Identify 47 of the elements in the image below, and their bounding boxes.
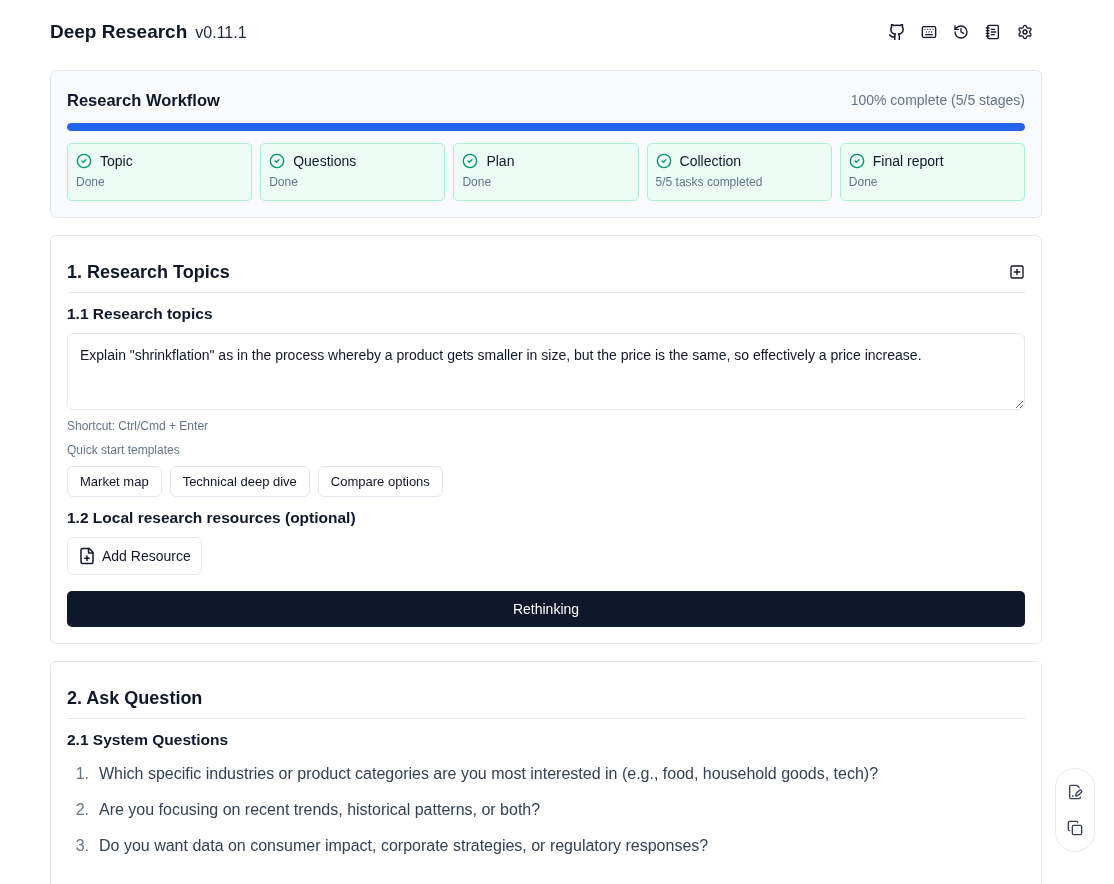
subsection-heading: 2.1 System Questions bbox=[67, 730, 230, 750]
copy-icon[interactable] bbox=[1067, 820, 1083, 836]
stage-name: Collection bbox=[679, 153, 742, 169]
check-circle-icon bbox=[76, 153, 92, 169]
question-text: Are you focusing on recent trends, historical patterns, or both? bbox=[99, 800, 541, 820]
template-button[interactable]: Compare options bbox=[317, 466, 443, 497]
check-circle-icon bbox=[848, 153, 865, 169]
templates-label: Quick start templates bbox=[67, 442, 181, 458]
stage-status: Done bbox=[269, 175, 299, 189]
edit-icon[interactable] bbox=[1067, 784, 1083, 800]
stage-name: Final report bbox=[872, 153, 944, 169]
file-plus-icon bbox=[78, 547, 96, 565]
section-title: 1. Research Topics bbox=[67, 261, 230, 284]
stage-name: Plan bbox=[486, 153, 515, 169]
stage-status: 5/5 tasks completed bbox=[655, 175, 764, 189]
check-circle-icon bbox=[462, 153, 479, 169]
template-button[interactable]: Technical deep dive bbox=[169, 466, 310, 497]
question-text: Which specific industries or product categories are you most interested in (e.g., food, household goods, tech)? bbox=[99, 764, 879, 784]
stage-status: Done bbox=[848, 175, 879, 189]
section-title: 2. Ask Question bbox=[67, 687, 203, 710]
workflow-title: Research Workflow bbox=[67, 90, 220, 110]
topic-input-field[interactable]: Explain "shrinkflation" as in the process whereby a product gets smaller in size, but the price is the same, so effectively a price increase. bbox=[67, 333, 1025, 410]
check-circle-icon bbox=[269, 153, 286, 169]
history-icon[interactable] bbox=[953, 24, 969, 40]
workflow-summary: 100% complete (5/5 stages) bbox=[850, 92, 1025, 108]
stage-name: Questions bbox=[293, 153, 357, 169]
rethinking-button[interactable]: Rethinking bbox=[67, 591, 1025, 627]
stage-status: Done bbox=[462, 175, 493, 189]
version-label: v0.11.1 bbox=[195, 24, 247, 42]
keyboard-icon[interactable] bbox=[921, 24, 937, 40]
app-title: Deep Research bbox=[50, 21, 188, 43]
subsection-heading: 1.1 Research topics bbox=[67, 304, 214, 324]
question-number: 3. bbox=[74, 836, 89, 856]
question-number: 1. bbox=[74, 764, 89, 784]
add-square-icon[interactable] bbox=[1009, 264, 1025, 280]
notebook-icon[interactable] bbox=[985, 24, 1001, 40]
template-button[interactable]: Market map bbox=[67, 466, 162, 497]
subsection-heading: 1.2 Local research resources (optional) bbox=[67, 508, 357, 528]
stage-status: Done bbox=[76, 175, 106, 189]
cat-logo-icon[interactable] bbox=[889, 24, 905, 40]
stage-name: Topic bbox=[100, 153, 133, 169]
check-circle-icon bbox=[655, 153, 672, 169]
shortcut-hint: Shortcut: Ctrl/Cmd + Enter bbox=[67, 418, 210, 434]
settings-icon[interactable] bbox=[1017, 24, 1033, 40]
question-text: Do you want data on consumer impact, corporate strategies, or regulatory responses? bbox=[99, 836, 709, 856]
question-number: 2. bbox=[74, 800, 89, 820]
add-resource-button[interactable]: Add Resource bbox=[67, 537, 202, 575]
